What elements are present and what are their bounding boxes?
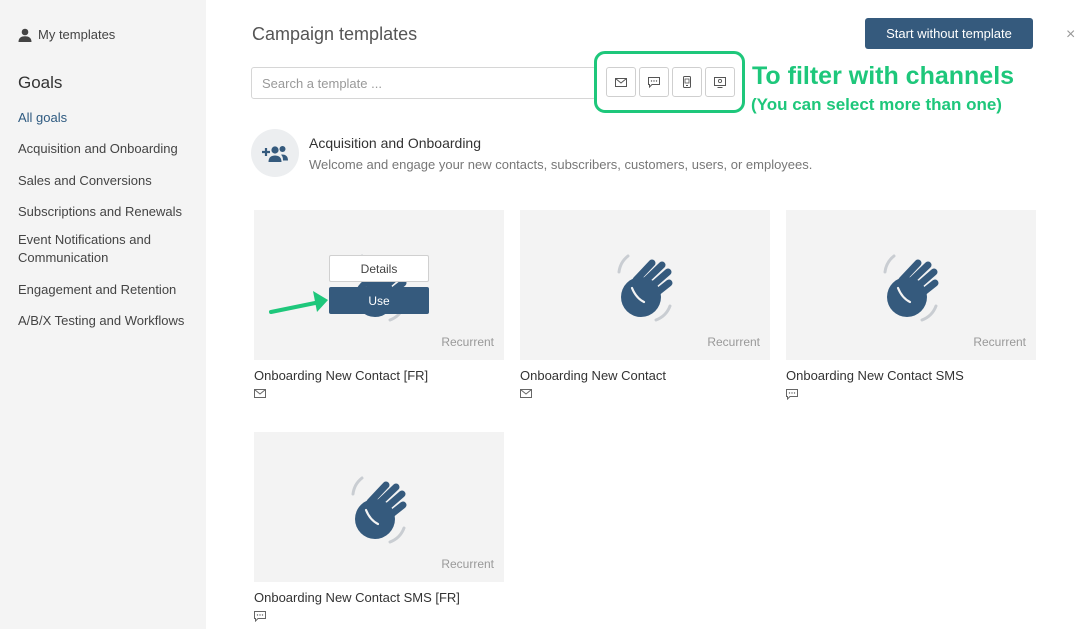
filter-web-push-button[interactable] — [705, 67, 735, 97]
goals-title: Goals — [18, 73, 63, 92]
channel-filter-annotation-note: (You can select more than one) — [751, 95, 1002, 114]
my-templates-link[interactable]: My templates — [18, 27, 115, 42]
template-thumbnail[interactable]: Recurrent — [520, 210, 770, 360]
recurrent-tag: Recurrent — [707, 335, 760, 349]
template-card[interactable]: Recurrent Onboarding New Contact — [520, 210, 770, 401]
start-without-template-button[interactable]: Start without template — [865, 18, 1033, 49]
web-push-icon — [714, 76, 726, 88]
template-card[interactable]: Recurrent Onboarding New Contact SMS [FR… — [254, 432, 504, 623]
template-thumbnail[interactable]: Recurrent — [254, 432, 504, 582]
template-channel — [520, 389, 770, 401]
recurrent-tag: Recurrent — [441, 557, 494, 571]
user-icon — [18, 28, 32, 42]
goal-item-sales[interactable]: Sales and Conversions — [18, 172, 198, 190]
template-thumbnail[interactable]: Recurrent — [786, 210, 1036, 360]
email-icon — [254, 389, 266, 398]
category-description: Welcome and engage your new contacts, su… — [309, 157, 813, 172]
template-thumbnail[interactable]: Details Use Recurrent — [254, 210, 504, 360]
recurrent-tag: Recurrent — [441, 335, 494, 349]
mobile-icon — [683, 76, 691, 88]
close-icon[interactable]: × — [1066, 27, 1075, 43]
category-title: Acquisition and Onboarding — [309, 135, 482, 151]
email-icon — [520, 389, 532, 398]
waving-hand-icon — [617, 254, 673, 322]
channel-filter-annotation: To filter with channels — [752, 62, 1015, 90]
search-input[interactable] — [251, 67, 596, 99]
waving-hand-icon — [351, 476, 407, 544]
template-card[interactable]: Recurrent Onboarding New Contact SMS — [786, 210, 1036, 401]
template-name[interactable]: Onboarding New Contact — [520, 368, 770, 383]
goal-item-acquisition[interactable]: Acquisition and Onboarding — [18, 140, 198, 158]
filter-mobile-button[interactable] — [672, 67, 702, 97]
goal-list: All goals Acquisition and Onboarding Sal… — [18, 109, 198, 330]
goal-item-abx-testing[interactable]: A/B/X Testing and Workflows — [18, 312, 198, 330]
sms-icon — [786, 389, 798, 400]
email-icon — [615, 77, 627, 87]
filter-email-button[interactable] — [606, 67, 636, 97]
filter-sms-button[interactable] — [639, 67, 669, 97]
template-channel — [254, 611, 504, 623]
sms-icon — [648, 76, 660, 88]
recurrent-tag: Recurrent — [973, 335, 1026, 349]
template-channel — [254, 389, 504, 401]
sidebar: My templates Goals All goals Acquisition… — [0, 0, 206, 629]
goal-item-subscriptions[interactable]: Subscriptions and Renewals — [18, 203, 198, 221]
template-name[interactable]: Onboarding New Contact [FR] — [254, 368, 504, 383]
goal-item-engagement[interactable]: Engagement and Retention — [18, 281, 198, 299]
template-name[interactable]: Onboarding New Contact SMS — [786, 368, 1036, 383]
page-title: Campaign templates — [252, 24, 418, 44]
my-templates-label: My templates — [38, 27, 116, 42]
arrow-icon — [269, 291, 328, 314]
sms-icon — [254, 611, 266, 622]
goal-item-events[interactable]: Event Notifications and Communication — [18, 231, 198, 267]
waving-hand-icon — [883, 254, 939, 322]
details-button[interactable]: Details — [329, 255, 429, 282]
use-button[interactable]: Use — [329, 287, 429, 314]
template-channel — [786, 389, 1036, 401]
goal-item-all[interactable]: All goals — [18, 109, 198, 127]
template-name[interactable]: Onboarding New Contact SMS [FR] — [254, 590, 504, 605]
add-group-icon — [251, 129, 299, 177]
